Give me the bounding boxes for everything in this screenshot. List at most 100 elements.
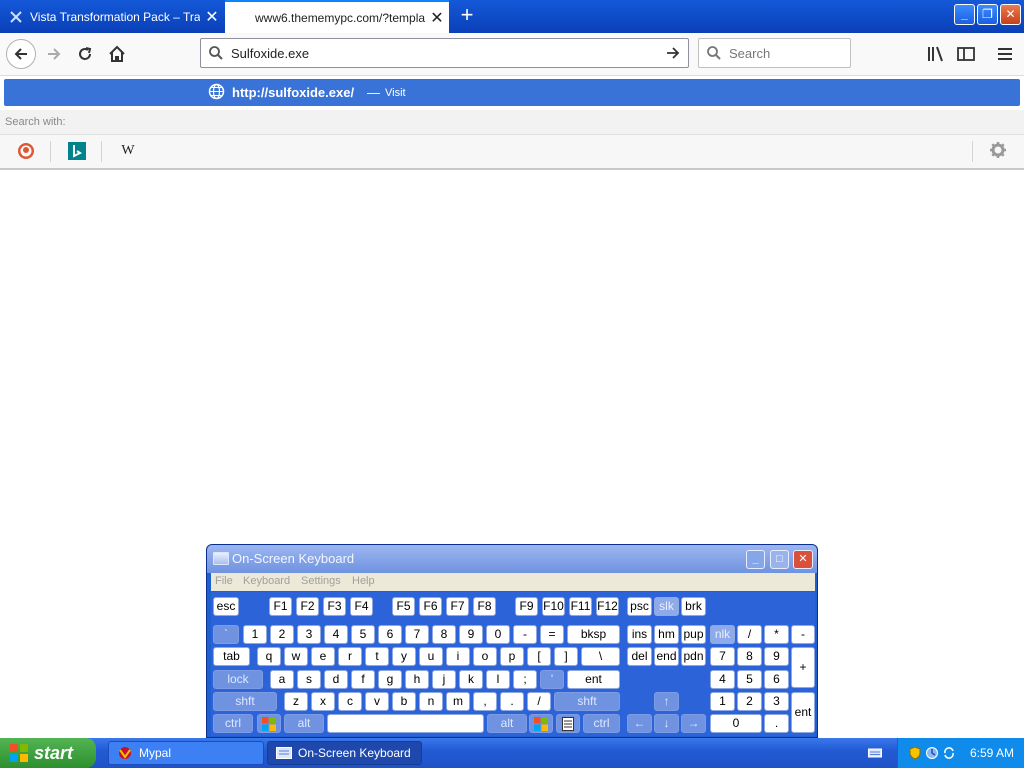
key[interactable]: F1: [269, 597, 292, 616]
key[interactable]: F10: [542, 597, 565, 616]
key[interactable]: F5: [392, 597, 415, 616]
key[interactable]: 2: [737, 692, 762, 711]
key[interactable]: s: [297, 670, 321, 689]
key[interactable]: ,: [473, 692, 497, 711]
key[interactable]: pdn: [681, 647, 706, 666]
key[interactable]: u: [419, 647, 443, 666]
close-tab-icon[interactable]: ✕: [200, 7, 224, 27]
key[interactable]: alt: [284, 714, 324, 733]
key[interactable]: ]: [554, 647, 578, 666]
duckduckgo-icon[interactable]: [17, 142, 35, 160]
osk-title-bar[interactable]: On-Screen Keyboard _ □ ✕: [207, 545, 817, 573]
bing-icon[interactable]: [68, 142, 86, 160]
home-button[interactable]: [103, 40, 131, 68]
key[interactable]: g: [378, 670, 402, 689]
key[interactable]: z: [284, 692, 308, 711]
taskbar-button-mypal[interactable]: Mypal: [108, 741, 264, 765]
key[interactable]: 6: [378, 625, 402, 644]
close-tab-icon[interactable]: ✕: [425, 8, 449, 28]
network-icon[interactable]: [925, 746, 939, 760]
key[interactable]: 6: [764, 670, 789, 689]
sync-icon[interactable]: [942, 746, 956, 760]
search-input[interactable]: Search: [729, 46, 770, 61]
wikipedia-icon[interactable]: W: [119, 142, 137, 160]
spacebar-key[interactable]: [327, 714, 484, 733]
tab-vista-transformation[interactable]: Vista Transformation Pack – Transformati…: [0, 0, 224, 33]
key[interactable]: F12: [596, 597, 619, 616]
key[interactable]: shft: [213, 692, 277, 711]
key[interactable]: brk: [681, 597, 706, 616]
key[interactable]: 7: [710, 647, 735, 666]
url-suggestion-row[interactable]: http://sulfoxide.exe/ — Visit: [4, 79, 1020, 106]
key[interactable]: F4: [350, 597, 373, 616]
back-button[interactable]: [6, 39, 36, 69]
key[interactable]: 5: [737, 670, 762, 689]
key[interactable]: c: [338, 692, 362, 711]
key[interactable]: a: [270, 670, 294, 689]
key[interactable]: 9: [459, 625, 483, 644]
key[interactable]: bksp: [567, 625, 620, 644]
key[interactable]: +: [791, 647, 815, 688]
key[interactable]: b: [392, 692, 416, 711]
key[interactable]: 4: [710, 670, 735, 689]
key[interactable]: `: [213, 625, 239, 644]
key[interactable]: nlk: [710, 625, 735, 644]
key[interactable]: ent: [567, 670, 620, 689]
windows-logo-key[interactable]: [529, 714, 553, 733]
sidebar-button[interactable]: [952, 40, 980, 68]
key[interactable]: d: [324, 670, 348, 689]
gear-icon[interactable]: [989, 141, 1007, 159]
security-shield-icon[interactable]: [908, 746, 922, 760]
key[interactable]: r: [338, 647, 362, 666]
key[interactable]: ent: [791, 692, 815, 733]
menu-keyboard[interactable]: Keyboard: [243, 575, 290, 587]
key[interactable]: 9: [764, 647, 789, 666]
key[interactable]: i: [446, 647, 470, 666]
key[interactable]: F8: [473, 597, 496, 616]
key[interactable]: n: [419, 692, 443, 711]
key[interactable]: 5: [351, 625, 375, 644]
restore-window-button[interactable]: ❐: [977, 4, 998, 25]
key[interactable]: 2: [270, 625, 294, 644]
key[interactable]: j: [432, 670, 456, 689]
key[interactable]: \: [581, 647, 620, 666]
key[interactable]: F7: [446, 597, 469, 616]
key[interactable]: t: [365, 647, 389, 666]
key[interactable]: ctrl: [583, 714, 620, 733]
osk-maximize-button[interactable]: □: [770, 550, 789, 569]
go-arrow-icon[interactable]: [658, 45, 688, 61]
key[interactable]: alt: [487, 714, 527, 733]
key[interactable]: del: [627, 647, 652, 666]
key[interactable]: =: [540, 625, 564, 644]
key[interactable]: ←: [627, 714, 652, 733]
key[interactable]: e: [311, 647, 335, 666]
menu-settings[interactable]: Settings: [301, 575, 341, 587]
windows-logo-key[interactable]: [257, 714, 281, 733]
menu-help[interactable]: Help: [352, 575, 375, 587]
key[interactable]: l: [486, 670, 510, 689]
keyboard-tray-icon[interactable]: [868, 746, 882, 760]
key[interactable]: w: [284, 647, 308, 666]
library-button[interactable]: [922, 40, 950, 68]
key[interactable]: 3: [297, 625, 321, 644]
key[interactable]: hm: [654, 625, 679, 644]
key[interactable]: -: [513, 625, 537, 644]
address-bar[interactable]: Sulfoxide.exe: [200, 38, 689, 68]
key[interactable]: *: [764, 625, 789, 644]
key[interactable]: F3: [323, 597, 346, 616]
key[interactable]: F9: [515, 597, 538, 616]
key[interactable]: pup: [681, 625, 706, 644]
new-tab-button[interactable]: +: [455, 4, 479, 28]
key[interactable]: v: [365, 692, 389, 711]
key[interactable]: [: [527, 647, 551, 666]
key[interactable]: slk: [654, 597, 679, 616]
key[interactable]: 1: [243, 625, 267, 644]
minimize-window-button[interactable]: _: [954, 4, 975, 25]
key[interactable]: f: [351, 670, 375, 689]
key[interactable]: →: [681, 714, 706, 733]
key[interactable]: esc: [213, 597, 239, 616]
search-bar[interactable]: Search: [698, 38, 851, 68]
key[interactable]: ins: [627, 625, 652, 644]
key[interactable]: 0: [710, 714, 762, 733]
key[interactable]: ctrl: [213, 714, 253, 733]
